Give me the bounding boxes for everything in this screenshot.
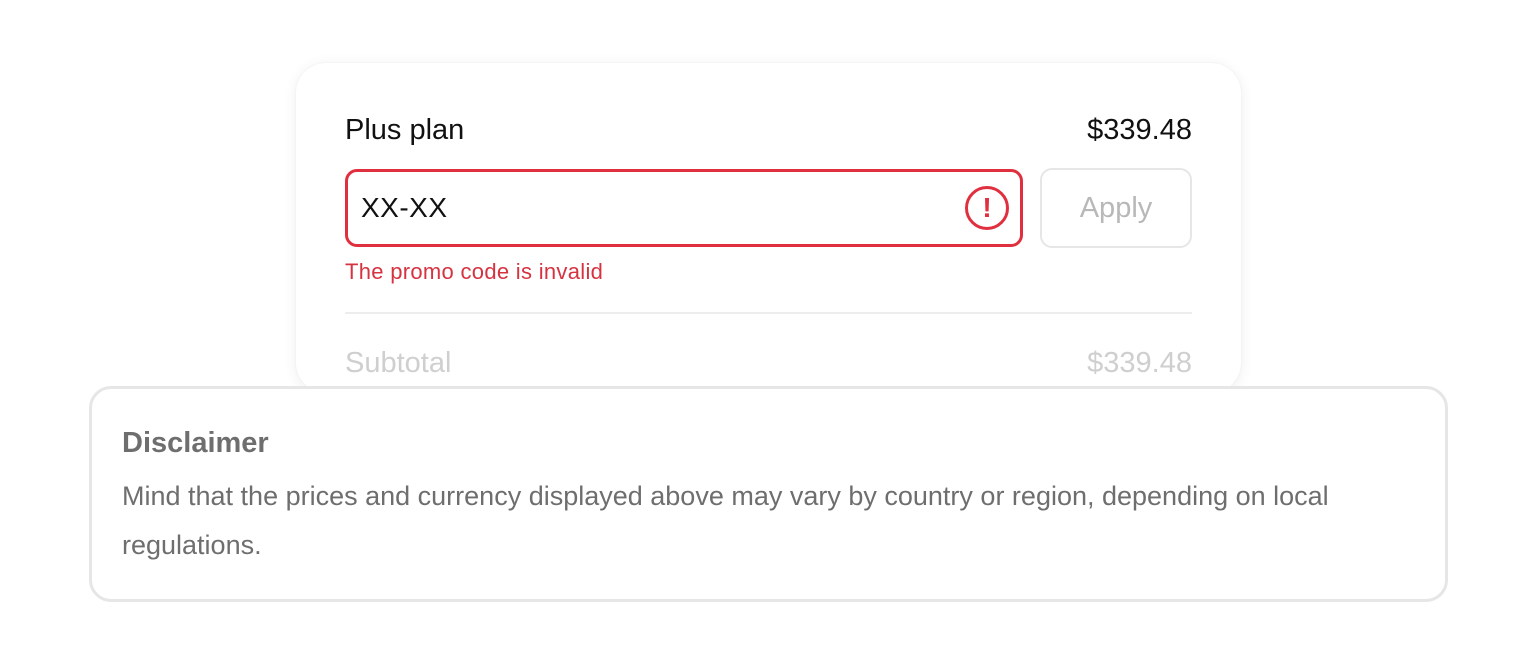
subtotal-label: Subtotal: [345, 347, 452, 379]
checkout-card: Plus plan $339.48 XX-XX ! Apply The prom…: [296, 63, 1241, 393]
plan-row: Plus plan $339.48: [345, 113, 1192, 147]
disclaimer-box: Disclaimer Mind that the prices and curr…: [89, 386, 1448, 602]
apply-button[interactable]: Apply: [1040, 168, 1192, 248]
promo-code-value[interactable]: XX-XX: [361, 192, 448, 224]
promo-error-message: The promo code is invalid: [345, 259, 604, 284]
plan-name: Plus plan: [345, 113, 465, 146]
page: Plus plan $339.48 XX-XX ! Apply The prom…: [0, 0, 1536, 666]
plan-price: $339.48: [1087, 113, 1192, 146]
disclaimer-title: Disclaimer: [122, 427, 269, 459]
subtotal-row: Subtotal $339.48: [345, 347, 1192, 380]
divider: [345, 312, 1192, 314]
promo-code-input[interactable]: XX-XX !: [345, 169, 1023, 247]
subtotal-value: $339.48: [1087, 347, 1192, 379]
error-icon: !: [965, 186, 1009, 230]
disclaimer-body: Mind that the prices and currency displa…: [122, 481, 1329, 560]
